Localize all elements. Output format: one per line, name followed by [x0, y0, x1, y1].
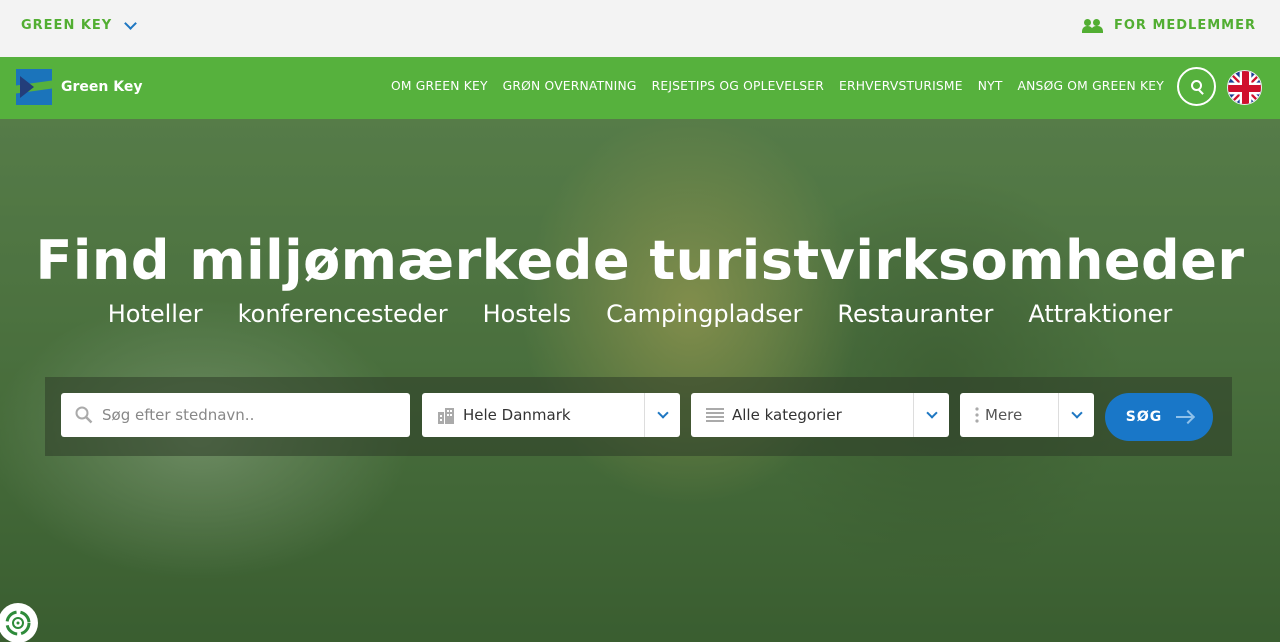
hero-category: konferencesteder: [237, 300, 448, 328]
arrow-right-icon: [1176, 416, 1193, 418]
main-navigation: Green Key OM GREEN KEY GRØN OVERNATNING …: [0, 57, 1280, 119]
nav-menu: OM GREEN KEY GRØN OVERNATNING REJSETIPS …: [391, 79, 1164, 93]
uk-flag-icon[interactable]: [1227, 70, 1262, 105]
search-placeholder: Søg efter stednavn..: [102, 406, 255, 424]
chevron-down-icon: [124, 17, 138, 30]
nav-item-groen-overnatning[interactable]: GRØN OVERNATNING: [503, 79, 637, 93]
nav-item-nyt[interactable]: NYT: [978, 79, 1003, 93]
category-dropdown-toggle[interactable]: [913, 393, 949, 437]
logo-text: Green Key: [61, 79, 143, 95]
search-toggle-button[interactable]: [1177, 67, 1216, 106]
hero-category: Attraktioner: [1028, 300, 1173, 328]
hero-category: Campingpladser: [606, 300, 803, 328]
nav-item-om-green-key[interactable]: OM GREEN KEY: [391, 79, 488, 93]
more-filters-value: Mere: [985, 406, 1023, 424]
region-dropdown-toggle[interactable]: [644, 393, 680, 437]
chevron-down-icon: [656, 407, 669, 419]
list-icon: [706, 408, 724, 422]
category-select[interactable]: Alle kategorier: [691, 393, 949, 437]
more-dropdown-toggle[interactable]: [1058, 393, 1094, 437]
recycle-badge-icon[interactable]: [0, 603, 38, 642]
nav-item-rejsetips[interactable]: REJSETIPS OG OPLEVELSER: [652, 79, 824, 93]
building-icon: [438, 408, 454, 424]
location-search-input[interactable]: Søg efter stednavn..: [61, 393, 410, 437]
more-vertical-icon: [975, 407, 979, 423]
hero-category: Hostels: [482, 300, 572, 328]
brand-switcher-label: GREEN KEY: [21, 18, 113, 33]
region-select-value: Hele Danmark: [463, 406, 571, 424]
search-icon: [75, 406, 93, 424]
members-link[interactable]: FOR MEDLEMMER: [1081, 18, 1256, 33]
utility-bar: GREEN KEY FOR MEDLEMMER: [0, 0, 1280, 57]
people-icon: [1081, 18, 1104, 33]
nav-item-ansoeg[interactable]: ANSØG OM GREEN KEY: [1018, 79, 1164, 93]
region-select[interactable]: Hele Danmark: [422, 393, 680, 437]
nav-item-erhvervsturisme[interactable]: ERHVERVSTURISME: [839, 79, 963, 93]
more-filters-select[interactable]: Mere: [960, 393, 1094, 437]
brand-switcher[interactable]: GREEN KEY: [21, 17, 138, 33]
hero-category: Restauranter: [837, 300, 994, 328]
hero-category: Hoteller: [107, 300, 203, 328]
hero-title: Find miljømærkede turistvirksomheder: [35, 229, 1245, 292]
hero-banner: Find miljømærkede turistvirksomheder Hot…: [0, 119, 1280, 642]
chevron-down-icon: [925, 407, 938, 419]
search-submit-label: SØG: [1125, 409, 1163, 425]
chevron-down-icon: [1070, 407, 1083, 419]
logo[interactable]: Green Key: [16, 69, 142, 105]
members-label: FOR MEDLEMMER: [1113, 18, 1256, 33]
search-panel: Søg efter stednavn.. Hele Danmark Alle k…: [45, 377, 1232, 456]
search-submit-button[interactable]: SØG: [1105, 393, 1213, 441]
green-key-logo-icon: [16, 69, 52, 105]
hero-categories: Hoteller konferencesteder Hostels Campin…: [0, 300, 1280, 328]
category-select-value: Alle kategorier: [732, 406, 842, 424]
